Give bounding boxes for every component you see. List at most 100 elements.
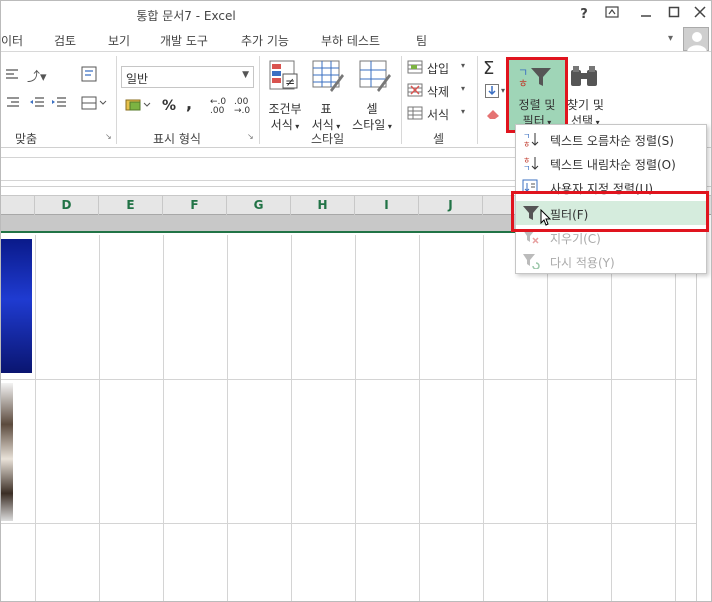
- chevron-down-icon: ▾: [461, 84, 466, 93]
- menu-item-sort-descending[interactable]: ㅎㄱ 텍스트 내림차순 정렬(O): [516, 151, 706, 175]
- format-as-table-icon: [312, 60, 344, 92]
- binoculars-icon: [571, 66, 597, 86]
- menu-item-label: 지우기(C): [550, 232, 601, 246]
- number-format-select[interactable]: 일반 ▼: [121, 66, 254, 88]
- align-right-icon[interactable]: [5, 96, 21, 113]
- format-as-table-button[interactable]: 표 서식 ▾: [306, 58, 346, 132]
- menu-item-sort-ascending[interactable]: ㄱㅎ 텍스트 오름차순 정렬(S): [516, 127, 706, 151]
- tab-view[interactable]: 보기: [108, 32, 130, 49]
- collapse-ribbon-icon[interactable]: ▾: [668, 33, 673, 44]
- column-header-g[interactable]: G: [227, 196, 291, 215]
- gridline: [675, 235, 676, 601]
- group-separator: [259, 56, 260, 144]
- gridline: [1, 379, 696, 380]
- cell-image-1[interactable]: [1, 239, 32, 373]
- align-group-label: 맞춤: [15, 132, 38, 146]
- decrease-decimal-button[interactable]: .00 →.0: [234, 98, 254, 116]
- close-button[interactable]: [689, 5, 711, 25]
- format-cells-label: 서식: [427, 108, 450, 122]
- increase-decimal-icon: ←.0 .00: [210, 97, 227, 116]
- close-icon: [694, 6, 706, 18]
- menu-item-label: 텍스트 오름차순 정렬(S): [550, 134, 674, 148]
- maximize-button[interactable]: [663, 5, 685, 25]
- cell-styles-icon: [359, 60, 391, 92]
- svg-text:ㅎ: ㅎ: [523, 140, 530, 147]
- delete-cells-label: 삭제: [427, 85, 450, 99]
- delete-cells-icon: [407, 83, 423, 97]
- column-header-h[interactable]: H: [291, 196, 355, 215]
- insert-cells-icon: [407, 60, 423, 74]
- insert-cells-button[interactable]: 삽입 ▾: [407, 58, 471, 78]
- column-header-i[interactable]: I: [355, 196, 419, 215]
- chevron-down-icon: ▼: [242, 70, 249, 80]
- fill-button[interactable]: [485, 84, 499, 98]
- chevron-down-icon: ▾: [461, 61, 466, 70]
- delete-cells-button[interactable]: 삭제 ▾: [407, 81, 471, 101]
- menu-item-label: 다시 적용(Y): [550, 256, 615, 270]
- filter-highlight-box: [511, 191, 709, 232]
- orientation-icon[interactable]: ⤴▾: [27, 66, 47, 85]
- conditional-format-button[interactable]: ≠ 조건부 서식 ▾: [265, 58, 305, 132]
- conditional-format-icon: ≠: [269, 60, 298, 90]
- decrease-indent-icon[interactable]: [29, 96, 45, 113]
- gridline: [291, 235, 292, 601]
- align-dialog-launcher-icon[interactable]: ↘: [105, 132, 112, 141]
- user-avatar[interactable]: [683, 27, 709, 52]
- help-button[interactable]: ?: [573, 5, 595, 25]
- maximize-icon: [668, 6, 680, 18]
- find-select-button[interactable]: 찾기 및 선택 ▾: [567, 60, 613, 130]
- title-bar: 통합 문서7 - Excel ?: [1, 1, 711, 29]
- gridline: [1, 523, 696, 524]
- align-left-icon[interactable]: [5, 68, 21, 85]
- column-header-j[interactable]: J: [419, 196, 483, 215]
- tab-team[interactable]: 팀: [416, 32, 427, 49]
- increase-indent-icon[interactable]: [51, 96, 67, 113]
- minimize-button[interactable]: [635, 5, 657, 25]
- menu-item-label: 텍스트 내림차순 정렬(O): [550, 158, 676, 172]
- tab-data[interactable]: 이터: [1, 32, 23, 49]
- eraser-icon: [487, 110, 499, 119]
- tab-developer[interactable]: 개발 도구: [160, 32, 208, 49]
- gridline: [99, 235, 100, 601]
- svg-text:ㄱ: ㄱ: [523, 164, 530, 171]
- gridline: [35, 235, 36, 601]
- autosum-icon[interactable]: Σ: [483, 58, 494, 79]
- decrease-decimal-icon: .00 →.0: [234, 97, 251, 116]
- column-header-d[interactable]: D: [35, 196, 99, 215]
- tab-load-test[interactable]: 부하 테스트: [321, 32, 380, 49]
- column-header-f[interactable]: F: [163, 196, 227, 215]
- style-group-label: 스타일: [311, 132, 345, 146]
- tab-addins[interactable]: 추가 기능: [241, 32, 289, 49]
- fill-down-icon: [488, 86, 496, 96]
- clear-button[interactable]: [485, 108, 501, 123]
- increase-decimal-button[interactable]: ←.0 .00: [210, 98, 230, 116]
- sort-ascending-icon: ㄱㅎ: [523, 132, 539, 147]
- merge-center-icon[interactable]: [81, 96, 107, 113]
- column-header-e[interactable]: E: [99, 196, 163, 215]
- number-dialog-launcher-icon[interactable]: ↘: [247, 132, 254, 141]
- gridline: [355, 235, 356, 601]
- column-header-partial[interactable]: [1, 196, 35, 215]
- tab-review[interactable]: 검토: [54, 32, 76, 49]
- cell-styles-button[interactable]: 셀 스타일 ▾: [347, 58, 397, 132]
- cell-styles-label: 셀: [366, 102, 378, 116]
- conditional-format-label: 조건부: [268, 102, 302, 116]
- window-title: 통합 문서7 - Excel: [136, 9, 236, 23]
- percent-style-button[interactable]: %: [162, 98, 176, 114]
- cell-image-2[interactable]: [1, 383, 13, 521]
- number-format-value: 일반: [126, 72, 149, 86]
- gridline: [227, 235, 228, 601]
- wrap-text-icon[interactable]: [81, 66, 99, 85]
- gridline: [483, 235, 484, 601]
- chevron-down-icon: ▾: [461, 107, 466, 116]
- worksheet-grid[interactable]: [1, 235, 696, 601]
- menu-item-reapply[interactable]: 다시 적용(Y): [516, 249, 706, 273]
- cell-styles-sublabel: 스타일 ▾: [352, 118, 392, 132]
- format-as-table-label: 표: [320, 102, 332, 116]
- comma-style-button[interactable]: ,: [186, 94, 192, 113]
- cells-group-label: 셀: [433, 132, 445, 146]
- format-cells-button[interactable]: 서식 ▾: [407, 104, 471, 124]
- accounting-format-icon[interactable]: [125, 98, 151, 115]
- minimize-icon: [641, 15, 651, 17]
- ribbon-display-options-button[interactable]: [601, 5, 623, 25]
